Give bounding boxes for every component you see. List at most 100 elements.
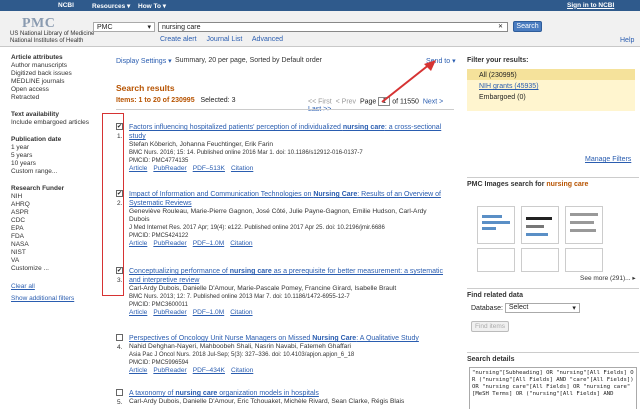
- funder-epa[interactable]: EPA: [11, 225, 108, 233]
- image-thumbnail[interactable]: [565, 206, 603, 244]
- article-attributes-heading: Article attributes: [11, 54, 63, 61]
- citation-link[interactable]: Citation: [230, 240, 252, 247]
- filter-all[interactable]: All (230995): [479, 70, 635, 81]
- related-database-select[interactable]: Select ▾: [504, 303, 580, 313]
- search-details-heading: Search details: [467, 356, 515, 363]
- first-page-button[interactable]: << First: [308, 98, 332, 105]
- prev-page-button[interactable]: < Prev: [336, 98, 356, 105]
- journal-list-link[interactable]: Journal List: [207, 36, 243, 43]
- result-item: 4. Perspectives of Oncology Unit Nurse M…: [116, 334, 446, 375]
- result-pmcid: PMCID: PMC3600011: [129, 302, 188, 308]
- pdf-link[interactable]: PDF–513K: [193, 165, 225, 172]
- pubreader-link[interactable]: PubReader: [153, 309, 186, 316]
- citation-link[interactable]: Citation: [231, 165, 253, 172]
- chevron-down-icon: ▾: [572, 305, 576, 312]
- funder-va[interactable]: VA: [11, 257, 108, 265]
- search-button[interactable]: Search: [513, 21, 542, 32]
- result-authors: Nahid Dehghan-Nayeri, Mahboobeh Shali, N…: [129, 343, 351, 350]
- funder-ahrq[interactable]: AHRQ: [11, 201, 108, 209]
- article-link[interactable]: Article: [129, 165, 147, 172]
- close-icon[interactable]: ✕: [498, 23, 503, 32]
- funder-aspr[interactable]: ASPR: [11, 209, 108, 217]
- filter-nih-grants[interactable]: NIH grants (45935): [479, 81, 635, 92]
- right-column: Filter your results: All (230995) NIH gr…: [463, 47, 640, 409]
- citation-link[interactable]: Citation: [230, 309, 252, 316]
- show-additional-filters-link[interactable]: Show additional filters: [11, 295, 108, 303]
- search-input[interactable]: nursing care ✕: [158, 22, 508, 32]
- article-link[interactable]: Article: [129, 309, 147, 316]
- search-details-box[interactable]: "nursing"[Subheading] OR "nursing"[All F…: [469, 367, 637, 409]
- pdf-link[interactable]: PDF–434K: [193, 367, 225, 374]
- result-item: ✔ 3. Conceptualizing performance of nurs…: [116, 267, 446, 317]
- research-funder-heading: Research Funder: [11, 185, 65, 192]
- filter-embargoed-count[interactable]: Embargoed (0): [479, 92, 635, 103]
- filter-digitized[interactable]: Digitized back issues: [11, 70, 108, 78]
- filter-1-year[interactable]: 1 year: [11, 144, 108, 152]
- result-checkbox[interactable]: [116, 334, 123, 341]
- pubreader-link[interactable]: PubReader: [153, 240, 186, 247]
- article-link[interactable]: Article: [129, 367, 147, 374]
- pubreader-link[interactable]: PubReader: [153, 367, 186, 374]
- pdf-link[interactable]: PDF–1.0M: [193, 240, 225, 247]
- result-title[interactable]: Perspectives of Oncology Unit Nurse Mana…: [129, 334, 446, 343]
- citation-link[interactable]: Citation: [231, 367, 253, 374]
- article-link[interactable]: Article: [129, 240, 147, 247]
- filter-open-access[interactable]: Open access: [11, 86, 108, 94]
- result-item: ✔ 2. Impact of Information and Communica…: [116, 190, 446, 248]
- clear-all-link[interactable]: Clear all: [11, 283, 108, 291]
- filter-10-years[interactable]: 10 years: [11, 160, 108, 168]
- image-thumbnail[interactable]: [477, 248, 515, 272]
- sign-in-link[interactable]: Sign in to NCBI: [567, 2, 614, 9]
- filter-embargoed[interactable]: Include embargoed articles: [11, 119, 108, 127]
- result-title[interactable]: Conceptualizing performance of nursing c…: [129, 267, 446, 285]
- help-link[interactable]: Help: [620, 37, 634, 44]
- create-alert-link[interactable]: Create alert: [160, 36, 197, 43]
- funder-cdc[interactable]: CDC: [11, 217, 108, 225]
- result-links: Article PubReader PDF–1.0M Citation: [129, 240, 446, 248]
- text-availability-heading: Text availability: [11, 111, 59, 118]
- pmc-logo[interactable]: PMC: [22, 16, 55, 32]
- filter-custom-range[interactable]: Custom range...: [11, 168, 108, 176]
- database-row: Database: Select ▾: [471, 303, 580, 313]
- result-citation: Asia Pac J Oncol Nurs. 2018 Jul-Sep; 5(3…: [129, 352, 355, 358]
- result-citation: BMC Nurs. 2016; 15: 14. Published online…: [129, 150, 363, 156]
- display-settings-menu[interactable]: Display Settings ▾: [116, 57, 172, 65]
- result-checkbox[interactable]: [116, 389, 123, 396]
- ncbi-logo[interactable]: NCBI: [58, 2, 74, 9]
- result-citation: BMC Nurs. 2013; 12: 7. Published online …: [129, 294, 350, 300]
- howto-menu[interactable]: How To ▾: [138, 2, 166, 10]
- chevron-down-icon: ▾: [147, 24, 151, 31]
- funder-fda[interactable]: FDA: [11, 233, 108, 241]
- database-select[interactable]: PMC ▾: [93, 22, 155, 32]
- funder-nist[interactable]: NIST: [11, 249, 108, 257]
- result-pmcid: PMCID: PMC4774135: [129, 158, 189, 164]
- ncbi-top-bar: NCBI Resources ▾ How To ▾ Sign in to NCB…: [0, 0, 640, 11]
- funder-nih[interactable]: NIH: [11, 193, 108, 201]
- result-number: 5.: [117, 399, 123, 406]
- publication-date-heading: Publication date: [11, 136, 62, 143]
- image-thumbnail[interactable]: [521, 206, 559, 244]
- pdf-link[interactable]: PDF–1.0M: [193, 309, 225, 316]
- see-more-link[interactable]: See more (291)... ▸: [580, 274, 636, 282]
- resources-menu[interactable]: Resources ▾: [92, 2, 130, 10]
- result-pmcid: PMCID: PMC5996594: [129, 360, 189, 366]
- result-title[interactable]: A taxonomy of nursing care organization …: [129, 389, 446, 398]
- filter-retracted[interactable]: Retracted: [11, 94, 108, 102]
- result-title[interactable]: Impact of Information and Communication …: [129, 190, 446, 208]
- manage-filters-link[interactable]: Manage Filters: [585, 156, 631, 163]
- nlm-label[interactable]: US National Library of Medicine National…: [10, 31, 100, 45]
- display-summary: Summary, 20 per page, Sorted by Default …: [175, 57, 322, 64]
- filter-medline[interactable]: MEDLINE journals: [11, 78, 108, 86]
- funder-customize[interactable]: Customize ...: [11, 265, 108, 273]
- find-items-button[interactable]: Find items: [471, 321, 509, 332]
- filter-5-years[interactable]: 5 years: [11, 152, 108, 160]
- filter-author-manuscripts[interactable]: Author manuscripts: [11, 62, 108, 70]
- image-thumbnail[interactable]: [521, 248, 559, 272]
- funder-nasa[interactable]: NASA: [11, 241, 108, 249]
- advanced-link[interactable]: Advanced: [252, 36, 283, 43]
- result-title[interactable]: Factors influencing hospitalized patient…: [129, 123, 446, 141]
- result-authors: Carl-Ardy Dubois, Danielle D'Amour, Eric…: [129, 398, 405, 405]
- image-thumbnail[interactable]: [477, 206, 515, 244]
- image-thumbnail[interactable]: [565, 248, 603, 272]
- pubreader-link[interactable]: PubReader: [153, 165, 186, 172]
